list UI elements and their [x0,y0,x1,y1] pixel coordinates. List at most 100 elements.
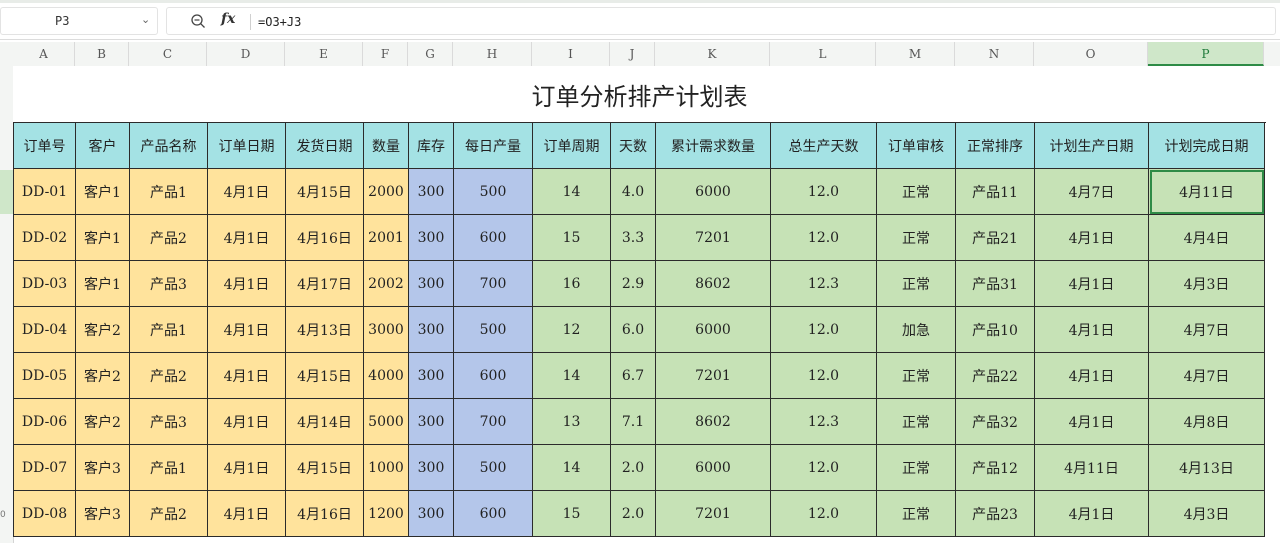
header-cell[interactable]: 产品名称 [129,122,208,169]
table-cell[interactable]: 300 [408,168,454,215]
zoom-icon[interactable] [190,13,206,29]
table-cell[interactable]: 2000 [363,168,409,215]
table-cell[interactable]: 600 [453,490,533,537]
table-cell[interactable]: 4月1日 [207,214,286,261]
table-cell[interactable]: 12.3 [770,260,877,307]
table-cell[interactable]: 4月1日 [207,260,286,307]
column-header-l[interactable]: L [770,42,876,66]
table-cell[interactable]: 6000 [655,306,771,353]
table-cell[interactable]: 12 [532,306,611,353]
table-cell[interactable]: 300 [408,444,454,491]
table-cell[interactable]: DD-04 [13,306,76,353]
table-cell[interactable]: 4月8日 [1148,398,1265,445]
table-cell[interactable]: 6.7 [610,352,656,399]
table-cell[interactable]: 2.0 [610,444,656,491]
column-header-a[interactable]: A [13,42,75,66]
formula-text[interactable]: =O3+J3 [258,15,301,29]
chevron-down-icon[interactable]: ⌄ [141,13,150,26]
table-cell[interactable]: 4月1日 [1034,260,1149,307]
table-cell[interactable]: 4月1日 [1034,352,1149,399]
table-cell[interactable]: 4月1日 [207,444,286,491]
table-cell[interactable]: 客户1 [75,214,130,261]
table-cell[interactable]: 12.0 [770,444,877,491]
table-cell[interactable]: 1200 [363,490,409,537]
table-cell[interactable]: 7201 [655,214,771,261]
table-cell[interactable]: 300 [408,214,454,261]
table-cell[interactable]: 客户2 [75,398,130,445]
table-cell[interactable]: 4月1日 [1034,214,1149,261]
table-cell[interactable]: 300 [408,490,454,537]
table-cell[interactable]: 300 [408,398,454,445]
table-cell[interactable]: 3.3 [610,214,656,261]
table-cell[interactable]: 4月11日 [1034,444,1149,491]
column-header-p[interactable]: P [1148,42,1264,66]
table-cell[interactable]: 6.0 [610,306,656,353]
column-header-f[interactable]: F [363,42,408,66]
formula-input[interactable] [166,7,1276,35]
header-cell[interactable]: 天数 [610,122,656,169]
table-cell[interactable]: DD-05 [13,352,76,399]
header-cell[interactable]: 订单审核 [876,122,956,169]
column-header-i[interactable]: I [532,42,610,66]
header-cell[interactable]: 计划完成日期 [1148,122,1265,169]
table-cell[interactable]: 6000 [655,168,771,215]
table-cell[interactable]: DD-06 [13,398,76,445]
table-cell[interactable]: 300 [408,352,454,399]
table-cell[interactable]: 5000 [363,398,409,445]
table-cell[interactable]: 正常 [876,168,956,215]
column-header-o[interactable]: O [1034,42,1148,66]
table-cell[interactable]: 正常 [876,490,956,537]
table-cell[interactable]: 产品32 [955,398,1035,445]
table-cell[interactable]: 产品3 [129,260,208,307]
column-header-k[interactable]: K [655,42,770,66]
table-cell[interactable]: DD-08 [13,490,76,537]
table-cell[interactable]: 客户1 [75,168,130,215]
table-cell[interactable]: 产品1 [129,168,208,215]
table-cell[interactable]: 4月7日 [1148,306,1265,353]
table-cell[interactable]: 2.9 [610,260,656,307]
table-cell[interactable]: 500 [453,444,533,491]
table-cell[interactable]: 4月15日 [285,444,364,491]
column-header-e[interactable]: E [285,42,363,66]
table-cell[interactable]: 14 [532,352,611,399]
row-number[interactable]: 0 [0,510,12,520]
table-cell[interactable]: DD-02 [13,214,76,261]
table-cell[interactable]: 产品22 [955,352,1035,399]
table-cell[interactable]: 4月1日 [207,398,286,445]
table-cell[interactable]: 4月1日 [207,490,286,537]
table-cell[interactable]: 2.0 [610,490,656,537]
table-cell[interactable]: 500 [453,306,533,353]
table-cell[interactable]: 产品1 [129,306,208,353]
table-cell[interactable]: 4月3日 [1148,490,1265,537]
table-cell[interactable]: 4月17日 [285,260,364,307]
table-cell[interactable]: 3000 [363,306,409,353]
table-cell[interactable]: 7201 [655,490,771,537]
table-cell[interactable]: 4月16日 [285,490,364,537]
table-cell[interactable]: 500 [453,168,533,215]
header-cell[interactable]: 库存 [408,122,454,169]
table-cell[interactable]: 4000 [363,352,409,399]
header-cell[interactable]: 累计需求数量 [655,122,771,169]
table-cell[interactable]: 4月1日 [207,352,286,399]
column-header-b[interactable]: B [75,42,129,66]
table-cell[interactable]: 产品21 [955,214,1035,261]
column-header-j[interactable]: J [610,42,655,66]
table-cell[interactable]: 700 [453,260,533,307]
table-cell[interactable]: 7.1 [610,398,656,445]
table-cell[interactable]: 产品10 [955,306,1035,353]
table-cell[interactable]: 300 [408,306,454,353]
table-cell[interactable]: 8602 [655,398,771,445]
table-cell[interactable]: 300 [408,260,454,307]
table-cell[interactable]: 4月7日 [1148,352,1265,399]
table-cell[interactable]: 客户2 [75,352,130,399]
table-cell[interactable]: 16 [532,260,611,307]
header-cell[interactable]: 订单日期 [207,122,286,169]
table-cell[interactable]: 4月14日 [285,398,364,445]
table-cell[interactable]: 客户1 [75,260,130,307]
name-box[interactable]: P3 ⌄ [0,7,158,35]
fx-icon[interactable]: fx [221,11,235,27]
table-cell[interactable]: 12.0 [770,168,877,215]
header-cell[interactable]: 正常排序 [955,122,1035,169]
table-cell[interactable]: 客户2 [75,306,130,353]
table-cell[interactable]: 产品2 [129,490,208,537]
